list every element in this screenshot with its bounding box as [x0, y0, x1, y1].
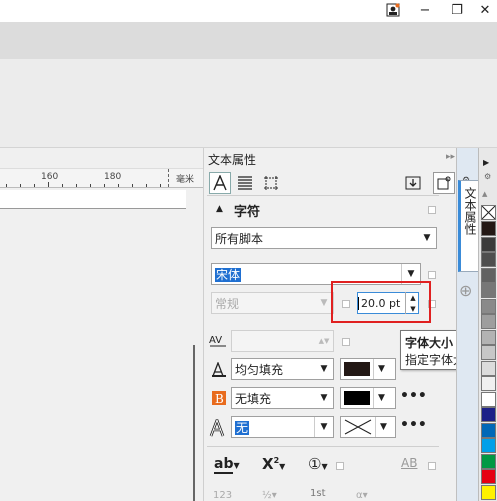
palette-color-swatch[interactable] [481, 283, 496, 298]
script-dropdown[interactable]: 所有脚本 ▼ [211, 227, 437, 249]
palette-color-swatch[interactable] [481, 360, 496, 376]
background-color-picker[interactable]: ▼ [340, 387, 396, 409]
text-fill-icon [211, 361, 227, 381]
outline-icon [209, 416, 227, 440]
font-name: 宋体 [215, 267, 242, 282]
palette-color-swatch[interactable] [481, 236, 496, 252]
outline-color-picker[interactable]: ▼ [340, 416, 396, 438]
ruler-unit: 毫米 [176, 175, 195, 185]
palette-color-swatch[interactable] [481, 407, 496, 422]
panel-title: 文本属性 [208, 153, 257, 167]
restore-button[interactable]: ❐ [444, 1, 470, 19]
highlight-box [331, 281, 431, 323]
svg-text:B: B [215, 392, 224, 406]
palette-color-swatch[interactable] [481, 314, 496, 329]
palette-color-swatch[interactable] [481, 221, 496, 236]
font-style-dropdown[interactable]: 常规 ▼ [211, 292, 334, 314]
section-checkbox[interactable] [428, 206, 436, 214]
horizontal-ruler[interactable]: 160 180 毫米 [0, 168, 203, 188]
fill-color-picker[interactable]: ▼ [340, 358, 396, 380]
kerning-range-input[interactable]: ▲▼ [231, 330, 334, 352]
chevron-down-icon: ▼ [373, 359, 389, 379]
ruler-label-160: 160 [41, 172, 59, 182]
palette-scroll-up-icon[interactable]: ▶ [483, 158, 489, 167]
palette-color-swatch[interactable] [481, 376, 496, 391]
docker-tab-text-properties[interactable]: 文本属性 [458, 180, 480, 272]
circled-number-button[interactable]: ①▼ [308, 455, 328, 473]
fill-type-value: 均匀填充 [235, 362, 284, 377]
numerals-button[interactable]: 123 [213, 490, 232, 501]
page-area[interactable] [0, 190, 186, 209]
palette-color-swatch[interactable] [481, 453, 496, 469]
underline-style-button[interactable]: ab▼ [214, 456, 240, 474]
position-checkbox[interactable] [336, 462, 344, 470]
svg-text:AV: AV [209, 335, 222, 346]
fill-color-swatch [344, 362, 370, 376]
palette-color-swatch[interactable] [481, 298, 496, 314]
background-fill-dropdown[interactable]: 无填充 ▼ [231, 387, 334, 409]
section-header-character[interactable]: 字符 [234, 201, 260, 220]
toolbar-band [0, 59, 497, 148]
page-border [193, 345, 195, 501]
palette-color-swatch[interactable] [481, 469, 496, 484]
swash-button[interactable]: α▾ [356, 490, 368, 501]
collapse-panel-button[interactable]: ▸▸ [446, 152, 455, 162]
palette-color-swatch[interactable] [481, 329, 496, 345]
ruler-label-180: 180 [104, 172, 122, 182]
options-icon[interactable] [433, 172, 455, 194]
background-color-swatch [344, 391, 370, 405]
outline-width-value: 无 [235, 420, 250, 435]
palette-color-swatch[interactable] [481, 267, 496, 283]
chevron-down-icon: ▼ [320, 364, 328, 374]
palette-color-swatch[interactable] [481, 422, 496, 438]
outline-more-button[interactable]: ••• [400, 417, 427, 433]
kerning-icon: AV [209, 333, 227, 350]
minimize-button[interactable]: − [412, 1, 438, 19]
palette-color-swatch[interactable] [481, 345, 496, 360]
import-text-icon[interactable] [404, 174, 422, 192]
font-style-value: 常规 [215, 296, 240, 311]
font-checkbox[interactable] [428, 271, 436, 279]
stepper-icon: ▲▼ [318, 337, 330, 345]
fill-type-dropdown[interactable]: 均匀填充 ▼ [231, 358, 334, 380]
close-button[interactable]: ✕ [472, 1, 497, 19]
background-fill-value: 无填充 [235, 391, 272, 406]
paragraph-tab-icon[interactable] [236, 174, 254, 192]
collapse-section-icon[interactable]: ▲ [216, 204, 223, 214]
chevron-down-icon: ▼ [423, 233, 431, 243]
kerning-checkbox[interactable] [342, 338, 350, 346]
divider [207, 195, 439, 196]
chevron-down-icon: ▼ [320, 393, 328, 403]
character-tab-icon[interactable] [209, 172, 231, 194]
user-account-icon[interactable] [380, 1, 406, 19]
chevron-down-icon: ▼ [314, 417, 333, 437]
no-color-swatch[interactable] [481, 205, 496, 220]
script-dropdown-value: 所有脚本 [215, 231, 264, 246]
background-fill-icon: B [211, 390, 227, 409]
ordinal-button[interactable]: 1st [310, 488, 326, 499]
palette-scroll-icon[interactable]: ▲ [482, 190, 487, 198]
caps-checkbox[interactable] [428, 462, 436, 470]
palette-color-swatch[interactable] [481, 438, 496, 453]
chevron-down-icon: ▼ [373, 388, 389, 408]
title-bar: − ❐ ✕ [0, 0, 497, 22]
outline-width-dropdown[interactable]: 无 ▼ [231, 416, 334, 438]
all-caps-button[interactable]: AB [401, 456, 417, 470]
no-color-icon [344, 419, 372, 435]
palette-options-icon[interactable]: ⚙ [484, 172, 491, 181]
chevron-down-icon: ▼ [375, 417, 391, 437]
palette-color-swatch[interactable] [481, 252, 496, 267]
palette-color-swatch[interactable] [481, 484, 496, 500]
palette-color-swatch[interactable] [481, 391, 496, 407]
frame-tab-icon[interactable] [262, 174, 280, 192]
more-options-button[interactable]: ••• [400, 388, 427, 404]
menu-band [0, 22, 497, 59]
add-docker-icon[interactable]: ⊕ [459, 281, 472, 300]
fraction-button[interactable]: ½▾ [262, 490, 277, 501]
superscript-button[interactable]: X2▼ [262, 455, 285, 473]
divider [207, 446, 439, 447]
